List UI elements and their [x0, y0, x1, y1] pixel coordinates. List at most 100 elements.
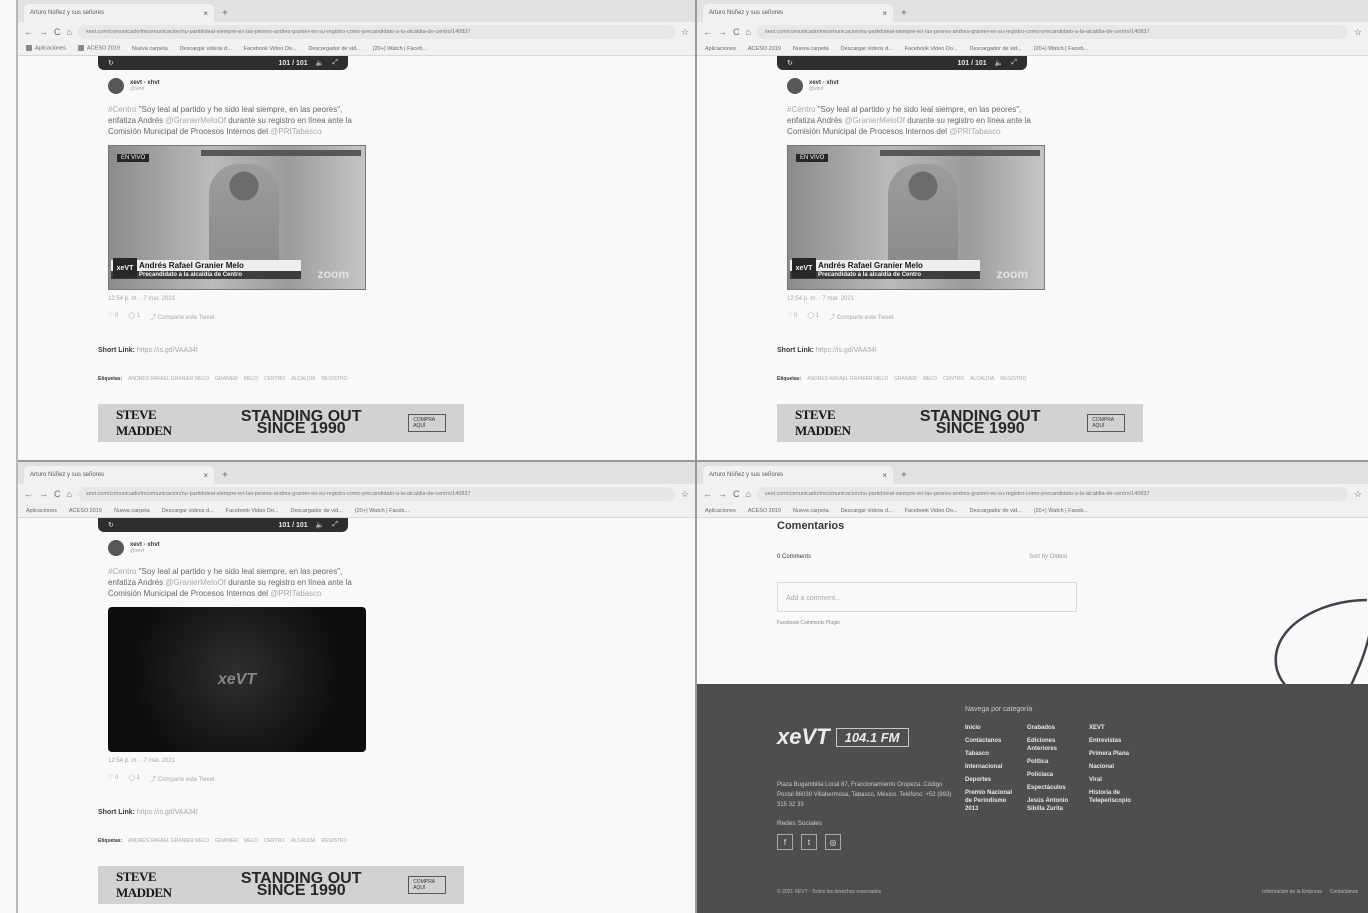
footer-link[interactable]: Contactanos [1330, 889, 1358, 895]
tweet-video[interactable]: EN VIVO xeVT Andrés Rafael Granier Melo … [108, 145, 366, 290]
fullscreen-icon[interactable]: ⤢ [332, 59, 338, 67]
bookmark-item[interactable]: Aplicaciones [26, 45, 66, 52]
bookmark-item[interactable]: Descargador de vid... [308, 46, 360, 52]
footer-logo[interactable]: xeVT 104.1 FM [777, 724, 909, 750]
tag-link[interactable]: ALCALDÍA [291, 376, 315, 382]
bookmark-item[interactable]: Descargador de vid... [969, 508, 1021, 514]
footer-link[interactable]: Contáctanos [965, 737, 1015, 745]
footer-link[interactable]: Tabasco [965, 750, 1015, 758]
mention[interactable]: @GranierMeloOf [165, 116, 226, 125]
footer-link[interactable]: Ediciones Anteriores [1027, 737, 1077, 753]
reply-button[interactable]: ◯ 1 [807, 312, 819, 321]
tag-link[interactable]: CENTRO [264, 376, 285, 382]
share-button[interactable]: ⤴ Comparte este Tweet [829, 312, 894, 321]
footer-link[interactable]: Viral [1089, 776, 1139, 784]
bookmark-item[interactable]: Descargador de vid... [969, 46, 1021, 52]
bookmark-item[interactable]: Nueva carpeta [114, 508, 150, 514]
star-icon[interactable]: ☆ [1354, 489, 1362, 500]
home-icon[interactable]: ⌂ [67, 489, 72, 499]
sort-select[interactable]: Oldest [1050, 554, 1067, 560]
video-controls[interactable]: ↻ 101 / 101 🔈 ⤢ [98, 518, 348, 532]
footer-link[interactable]: Internacional [965, 763, 1015, 771]
tag-link[interactable]: ANDRÉS RAFAEL GRANIER MELO [128, 376, 209, 382]
back-icon[interactable]: ← [703, 489, 712, 499]
browser-tab[interactable]: Arturo Núñez y sus señores × [24, 466, 214, 484]
avatar[interactable] [108, 540, 124, 556]
instagram-icon[interactable]: ◎ [825, 834, 841, 850]
browser-tab[interactable]: Arturo Núñez y sus señores × [24, 4, 214, 22]
bookmark-item[interactable]: ACESO 2019 [748, 46, 781, 52]
short-link-url[interactable]: https://is.gd/VAA34I [816, 347, 877, 354]
forward-icon[interactable]: → [718, 489, 727, 499]
new-tab-icon[interactable]: + [222, 8, 228, 22]
like-button[interactable]: ♡ 0 [108, 312, 118, 321]
footer-link[interactable]: Primera Plana [1089, 750, 1139, 758]
footer-link[interactable]: Premio Nacional de Periodismo 2013 [965, 789, 1015, 813]
mention[interactable]: @PRITabasco [270, 127, 321, 136]
like-button[interactable]: ♡ 0 [787, 312, 797, 321]
address-bar[interactable]: xevt.com/comunicado/imcomunicacion/nu-pa… [756, 487, 1348, 501]
facebook-icon[interactable]: f [777, 834, 793, 850]
footer-link[interactable]: Informacion de la Empresa [1262, 889, 1322, 895]
footer-link[interactable]: Nacional [1089, 763, 1139, 771]
ad-banner[interactable]: STEVE MADDEN STANDING OUT SINCE 1990 COM… [98, 404, 464, 442]
ad-banner[interactable]: STEVE MADDEN STANDING OUT SINCE 1990 COM… [777, 404, 1143, 442]
new-tab-icon[interactable]: + [222, 470, 228, 484]
tweet-timestamp[interactable]: 12:54 p. m. · 7 mar. 2021 [108, 758, 695, 764]
footer-link[interactable]: Deportes [965, 776, 1015, 784]
bookmark-item[interactable]: Descargar videos d... [162, 508, 214, 514]
tab-close-icon[interactable]: × [203, 9, 208, 18]
home-icon[interactable]: ⌂ [67, 27, 72, 37]
new-tab-icon[interactable]: + [901, 470, 907, 484]
address-bar[interactable]: xevt.com/comunicado/imcomunicacion/nu-pa… [77, 25, 675, 39]
reload-icon[interactable]: C [54, 27, 61, 37]
back-icon[interactable]: ← [24, 489, 33, 499]
home-icon[interactable]: ⌂ [746, 489, 751, 499]
star-icon[interactable]: ☆ [681, 489, 689, 500]
tag-link[interactable]: REGISTRO [321, 376, 347, 382]
footer-link[interactable]: Jesús Antonio Sibilla Zurita [1027, 797, 1077, 813]
footer-link[interactable]: Grabados [1027, 724, 1077, 732]
tab-close-icon[interactable]: × [203, 471, 208, 480]
footer-link[interactable]: Historia de Teleperiscopio [1089, 789, 1139, 805]
tweet-handle[interactable]: @xevt [809, 86, 839, 92]
reload-icon[interactable]: C [54, 489, 61, 499]
avatar[interactable] [108, 78, 124, 94]
share-button[interactable]: ⤴ Comparte este Tweet [150, 774, 215, 783]
ad-cta-button[interactable]: COMPRA AQUÍ [408, 876, 447, 894]
bookmark-item[interactable]: ACESO 2019 [69, 508, 102, 514]
bookmark-item[interactable]: Facebook Video Do... [905, 46, 958, 52]
tab-close-icon[interactable]: × [882, 471, 887, 480]
browser-tab[interactable]: Arturo Núñez y sus señores × [703, 4, 893, 22]
footer-link[interactable]: XEVT [1089, 724, 1139, 732]
footer-link[interactable]: Política [1027, 758, 1077, 766]
reply-button[interactable]: ◯ 1 [128, 774, 140, 783]
forward-icon[interactable]: → [39, 489, 48, 499]
bookmark-item[interactable]: Descargar videos d... [841, 46, 893, 52]
tag-link[interactable]: CENTRO [943, 376, 964, 382]
tweet-timestamp[interactable]: 12:54 p. m. · 7 mar. 2021 [787, 296, 1368, 302]
tag-link[interactable]: REGISTRO [1000, 376, 1026, 382]
forward-icon[interactable]: → [718, 27, 727, 37]
hashtag[interactable]: #Centro [108, 105, 139, 114]
bookmark-item[interactable]: Aplicaciones [26, 508, 57, 514]
back-icon[interactable]: ← [24, 27, 33, 37]
tag-link[interactable]: MELO [923, 376, 937, 382]
fullscreen-icon[interactable]: ⤢ [332, 521, 338, 529]
reload-icon[interactable]: C [733, 27, 740, 37]
tweet-handle[interactable]: @xevt [130, 86, 160, 92]
comment-input[interactable]: Add a comment... [777, 582, 1077, 612]
tag-link[interactable]: GRANIER [894, 376, 917, 382]
short-link-url[interactable]: https://is.gd/VAA34I [137, 809, 198, 816]
tag-link[interactable]: ANDRÉS RAFAEL GRANIER MELO [128, 838, 209, 844]
replay-icon[interactable]: ↻ [787, 59, 793, 67]
bookmark-item[interactable]: Descargar videos d... [841, 508, 893, 514]
bookmark-item[interactable]: (20+) Watch | Faceb... [1034, 508, 1088, 514]
back-icon[interactable]: ← [703, 27, 712, 37]
bookmark-item[interactable]: Nueva carpeta [793, 46, 829, 52]
address-bar[interactable]: xevt.com/comunicado/imcomunicacion/nu-pa… [756, 25, 1348, 39]
bookmark-item[interactable]: ACESO 2019 [77, 45, 120, 52]
mention[interactable]: @GranierMeloOf [165, 578, 226, 587]
bookmark-item[interactable]: Nueva carpeta [132, 46, 168, 52]
mention[interactable]: @GranierMeloOf [844, 116, 905, 125]
